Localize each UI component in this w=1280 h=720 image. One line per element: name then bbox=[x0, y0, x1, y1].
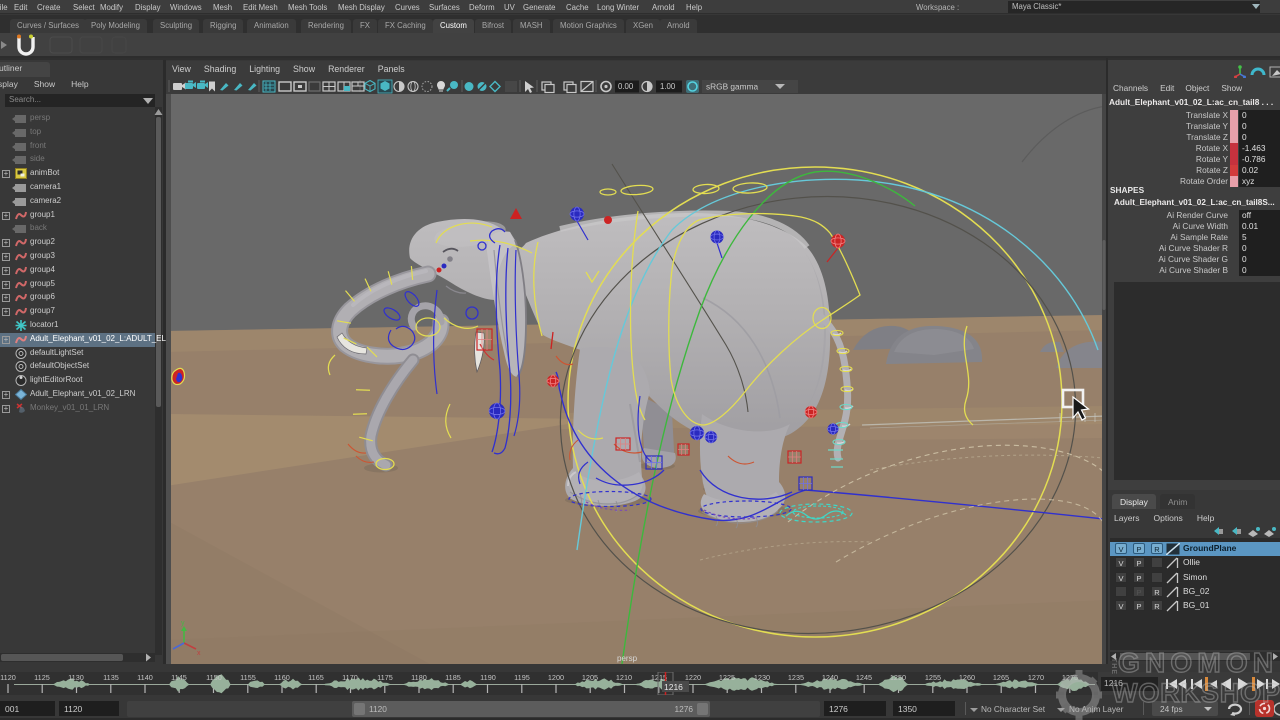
svg-text:1260: 1260 bbox=[959, 673, 975, 682]
svg-text:THE: THE bbox=[1110, 658, 1117, 675]
svg-text:0.00: 0.00 bbox=[618, 82, 634, 91]
svg-text:1145: 1145 bbox=[171, 673, 187, 682]
svg-text:1125: 1125 bbox=[34, 673, 50, 682]
svg-text:1215: 1215 bbox=[651, 673, 667, 682]
svg-text:1165: 1165 bbox=[308, 673, 324, 682]
svg-text:1185: 1185 bbox=[445, 673, 461, 682]
svg-text:1230: 1230 bbox=[754, 673, 770, 682]
svg-text:1150: 1150 bbox=[206, 673, 222, 682]
svg-text:1235: 1235 bbox=[788, 673, 804, 682]
svg-text:1170: 1170 bbox=[342, 673, 358, 682]
svg-text:1255: 1255 bbox=[925, 673, 941, 682]
svg-text:1205: 1205 bbox=[582, 673, 598, 682]
svg-text:1250: 1250 bbox=[890, 673, 906, 682]
svg-text:1160: 1160 bbox=[274, 673, 290, 682]
svg-text:1240: 1240 bbox=[822, 673, 838, 682]
svg-text:y: y bbox=[181, 620, 185, 627]
svg-text:1245: 1245 bbox=[856, 673, 872, 682]
svg-text:1180: 1180 bbox=[411, 673, 427, 682]
svg-text:1135: 1135 bbox=[103, 673, 119, 682]
svg-text:1210: 1210 bbox=[616, 673, 632, 682]
svg-text:1140: 1140 bbox=[137, 673, 153, 682]
svg-text:1216: 1216 bbox=[664, 682, 683, 692]
svg-text:WORKSHOP: WORKSHOP bbox=[1112, 678, 1280, 708]
svg-text:x: x bbox=[197, 650, 201, 657]
svg-text:GNOMON: GNOMON bbox=[1118, 647, 1276, 678]
svg-text:sRGB gamma: sRGB gamma bbox=[706, 82, 758, 92]
svg-text:1220: 1220 bbox=[685, 673, 701, 682]
svg-text:1190: 1190 bbox=[480, 673, 496, 682]
svg-text:1.00: 1.00 bbox=[660, 82, 676, 91]
svg-text:1175: 1175 bbox=[377, 673, 393, 682]
svg-text:1200: 1200 bbox=[548, 673, 564, 682]
svg-text:1120: 1120 bbox=[0, 673, 16, 682]
svg-text:1130: 1130 bbox=[68, 673, 84, 682]
svg-text:1225: 1225 bbox=[719, 673, 735, 682]
svg-text:1155: 1155 bbox=[240, 673, 256, 682]
svg-text:1195: 1195 bbox=[514, 673, 530, 682]
svg-text:1265: 1265 bbox=[993, 673, 1009, 682]
